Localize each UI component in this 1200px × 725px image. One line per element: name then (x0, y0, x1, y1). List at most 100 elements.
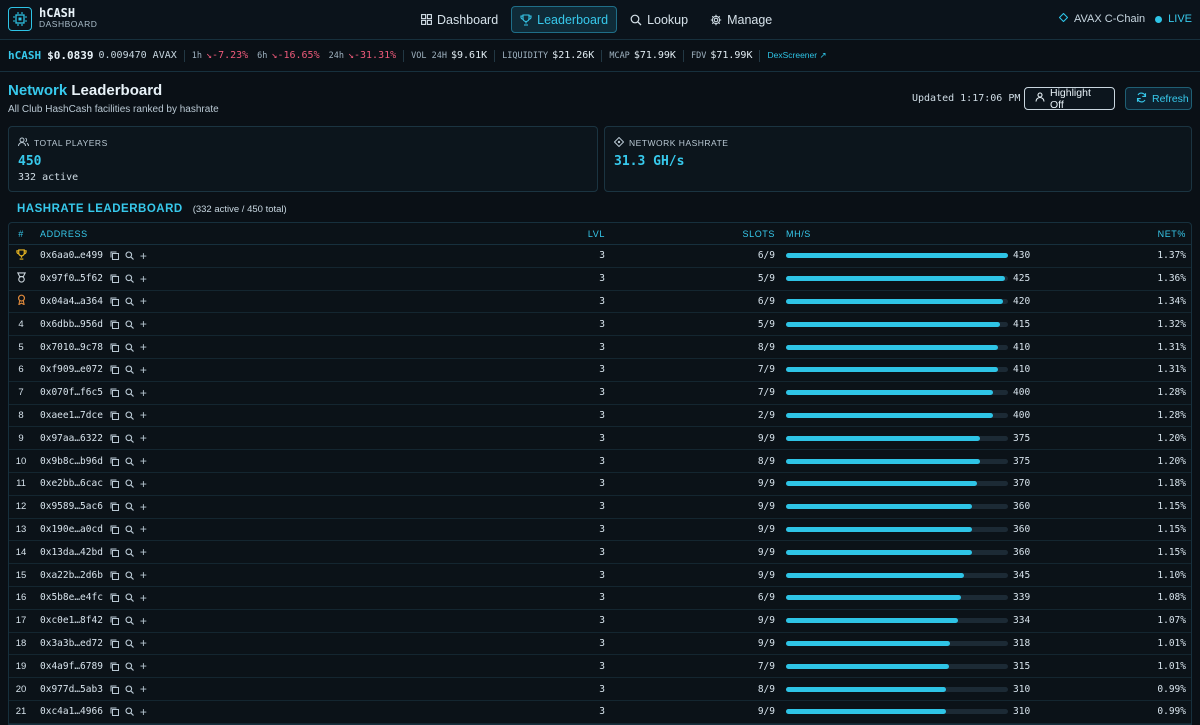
search-icon[interactable] (125, 434, 134, 443)
search-icon[interactable] (125, 251, 134, 261)
add-icon[interactable]: + (140, 387, 147, 399)
address-value[interactable]: 0x97f0…5f62 (40, 273, 103, 284)
col-rank[interactable]: # (9, 223, 33, 244)
copy-icon[interactable] (110, 616, 119, 626)
tab-manage[interactable]: Manage (701, 6, 781, 33)
search-icon[interactable] (125, 297, 134, 306)
copy-icon[interactable] (110, 548, 119, 557)
table-row[interactable]: 10 0x9b8c…b96d + 3 8/9 375 1.20% (9, 450, 1191, 473)
search-icon[interactable] (125, 343, 134, 352)
copy-icon[interactable] (110, 593, 119, 603)
address-value[interactable]: 0x9b8c…b96d (40, 456, 103, 467)
add-icon[interactable]: + (140, 637, 147, 649)
search-icon[interactable] (125, 548, 134, 557)
copy-icon[interactable] (110, 320, 119, 329)
add-icon[interactable]: + (140, 683, 147, 695)
table-row[interactable]: 9 0x97aa…6322 + 3 9/9 375 1.20% (9, 427, 1191, 451)
search-icon[interactable] (125, 616, 134, 626)
add-icon[interactable]: + (140, 341, 147, 353)
address-value[interactable]: 0x6dbb…956d (40, 319, 103, 330)
add-icon[interactable]: + (140, 706, 147, 718)
search-icon[interactable] (125, 411, 134, 420)
table-row[interactable]: 7 0x070f…f6c5 + 3 7/9 400 1.28% (9, 382, 1191, 405)
search-icon[interactable] (125, 593, 134, 603)
col-lvl[interactable]: LVL (569, 223, 605, 244)
copy-icon[interactable] (110, 365, 119, 375)
copy-icon[interactable] (110, 297, 119, 306)
table-row[interactable]: 16 0x5b8e…e4fc + 3 6/9 339 1.08% (9, 587, 1191, 610)
table-row[interactable]: 12 0x9589…5ac6 + 3 9/9 360 1.15% (9, 496, 1191, 519)
copy-icon[interactable] (110, 662, 119, 671)
add-icon[interactable]: + (140, 569, 147, 581)
table-row[interactable]: 14 0x13da…42bd + 3 9/9 360 1.15% (9, 541, 1191, 565)
add-icon[interactable]: + (140, 409, 147, 421)
table-row[interactable]: 13 0x190e…a0cd + 3 9/9 360 1.15% (9, 519, 1191, 542)
table-row[interactable]: 8 0xaee1…7dce + 3 2/9 400 1.28% (9, 405, 1191, 428)
address-value[interactable]: 0xaee1…7dce (40, 410, 103, 421)
add-icon[interactable]: + (140, 501, 147, 513)
add-icon[interactable]: + (140, 478, 147, 490)
address-value[interactable]: 0x977d…5ab3 (40, 684, 103, 695)
add-icon[interactable]: + (140, 273, 147, 285)
col-net[interactable]: NET% (1158, 223, 1186, 244)
address-value[interactable]: 0xc4a1…4966 (40, 706, 103, 717)
copy-icon[interactable] (110, 434, 119, 443)
address-value[interactable]: 0x9589…5ac6 (40, 501, 103, 512)
search-icon[interactable] (125, 639, 134, 648)
table-row[interactable]: 20 0x977d…5ab3 + 3 8/9 310 0.99% (9, 678, 1191, 701)
address-value[interactable]: 0xe2bb…6cac (40, 478, 103, 489)
table-row[interactable]: 6 0xf909…e072 + 3 7/9 410 1.31% (9, 359, 1191, 382)
address-value[interactable]: 0xc0e1…8f42 (40, 615, 103, 626)
tab-dashboard[interactable]: Dashboard (412, 6, 507, 33)
copy-icon[interactable] (110, 388, 119, 398)
add-icon[interactable]: + (140, 660, 147, 672)
table-row[interactable]: 0x6aa0…e499 + 3 6/9 430 1.37% (9, 245, 1191, 268)
add-icon[interactable]: + (140, 432, 147, 444)
copy-icon[interactable] (110, 525, 119, 534)
refresh-button[interactable]: Refresh (1125, 87, 1192, 110)
copy-icon[interactable] (110, 274, 119, 284)
table-row[interactable]: 17 0xc0e1…8f42 + 3 9/9 334 1.07% (9, 610, 1191, 633)
tab-leaderboard[interactable]: Leaderboard (511, 6, 618, 33)
table-row[interactable]: 0x97f0…5f62 + 3 5/9 425 1.36% (9, 268, 1191, 291)
table-row[interactable]: 19 0x4a9f…6789 + 3 7/9 315 1.01% (9, 655, 1191, 679)
search-icon[interactable] (125, 274, 134, 284)
address-value[interactable]: 0xf909…e072 (40, 364, 103, 375)
copy-icon[interactable] (110, 685, 119, 694)
address-value[interactable]: 0x5b8e…e4fc (40, 592, 103, 603)
copy-icon[interactable] (110, 502, 119, 512)
search-icon[interactable] (125, 525, 134, 534)
search-icon[interactable] (125, 502, 134, 512)
dexscreener-link[interactable]: DexScreener ↗ (767, 50, 826, 61)
col-slots[interactable]: SLOTS (729, 223, 775, 244)
search-icon[interactable] (125, 365, 134, 375)
highlight-toggle-button[interactable]: Highlight Off (1024, 87, 1115, 111)
table-row[interactable]: 18 0x3a3b…ed72 + 3 9/9 318 1.01% (9, 633, 1191, 656)
address-value[interactable]: 0x97aa…6322 (40, 433, 103, 444)
tab-lookup[interactable]: Lookup (621, 6, 697, 33)
add-icon[interactable]: + (140, 546, 147, 558)
address-value[interactable]: 0x04a4…a364 (40, 296, 103, 307)
copy-icon[interactable] (110, 571, 119, 580)
add-icon[interactable]: + (140, 592, 147, 604)
copy-icon[interactable] (110, 639, 119, 648)
table-row[interactable]: 0x04a4…a364 + 3 6/9 420 1.34% (9, 291, 1191, 314)
table-row[interactable]: 21 0xc4a1…4966 + 3 9/9 310 0.99% (9, 701, 1191, 724)
search-icon[interactable] (125, 684, 134, 694)
add-icon[interactable]: + (140, 295, 147, 307)
address-value[interactable]: 0x3a3b…ed72 (40, 638, 103, 649)
search-icon[interactable] (125, 662, 134, 671)
copy-icon[interactable] (110, 707, 119, 717)
copy-icon[interactable] (110, 457, 119, 466)
search-icon[interactable] (125, 479, 134, 489)
col-address[interactable]: ADDRESS (40, 223, 88, 244)
address-value[interactable]: 0x070f…f6c5 (40, 387, 103, 398)
col-mhs[interactable]: MH/S (786, 223, 1008, 244)
table-row[interactable]: 4 0x6dbb…956d + 3 5/9 415 1.32% (9, 313, 1191, 337)
copy-icon[interactable] (110, 411, 119, 420)
address-value[interactable]: 0x7010…9c78 (40, 342, 103, 353)
search-icon[interactable] (125, 707, 134, 717)
add-icon[interactable]: + (140, 615, 147, 627)
add-icon[interactable]: + (140, 250, 147, 262)
table-row[interactable]: 5 0x7010…9c78 + 3 8/9 410 1.31% (9, 336, 1191, 359)
